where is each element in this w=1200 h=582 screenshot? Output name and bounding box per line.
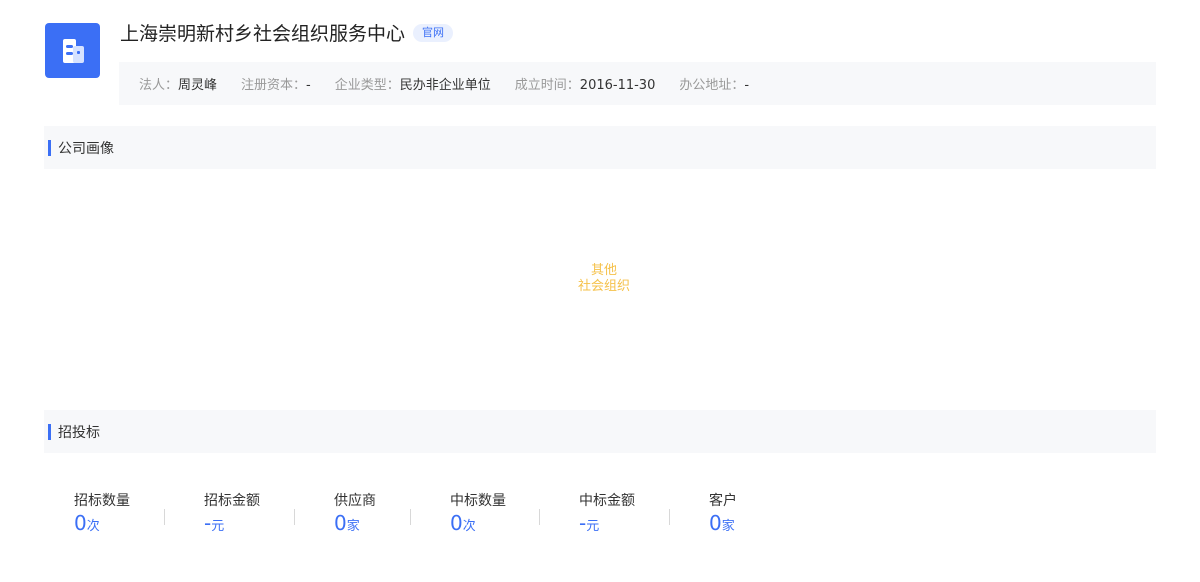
company-header: 上海崇明新村乡社会组织服务中心 官网 <box>120 19 454 46</box>
stat-win-count: 中标数量 0次 <box>450 492 506 539</box>
stat-divider <box>669 509 670 525</box>
stat-unit: 家 <box>346 519 360 534</box>
section-accent-bar <box>48 139 51 156</box>
company-logo <box>45 23 100 78</box>
company-portrait-tag: 其他 社会组织 <box>540 263 668 295</box>
stat-label: 供应商 <box>334 493 376 509</box>
company-name: 上海崇明新村乡社会组织服务中心 <box>120 23 406 45</box>
stat-number: 0 <box>334 511 347 535</box>
stat-value: -元 <box>204 511 260 539</box>
section-title: 公司画像 <box>58 140 114 157</box>
info-value: - <box>306 78 311 93</box>
stat-label: 客户 <box>709 493 737 509</box>
stat-value: 0家 <box>334 511 376 539</box>
section-title: 招投标 <box>58 424 100 441</box>
info-value: 民办非企业单位 <box>399 78 491 93</box>
info-company-type: 企业类型：民办非企业单位 <box>335 74 491 93</box>
section-company-portrait: 公司画像 <box>44 126 1156 169</box>
official-site-badge[interactable]: 官网 <box>413 23 454 42</box>
section-accent-bar <box>48 423 51 440</box>
building-icon <box>62 38 84 63</box>
stat-number: 0 <box>709 511 722 535</box>
stat-divider <box>294 509 295 525</box>
stat-win-amount: 中标金额 -元 <box>579 492 635 539</box>
stat-customer-count: 客户 0家 <box>709 492 737 539</box>
stat-value: 0家 <box>709 511 737 539</box>
info-office-address: 办公地址：- <box>679 74 749 93</box>
stat-number: 0 <box>450 511 463 535</box>
stat-tender-count: 招标数量 0次 <box>74 492 130 539</box>
stat-unit: 元 <box>211 519 225 534</box>
info-label: 办公地址： <box>679 78 745 93</box>
company-info-bar: 法人：周灵峰 注册资本：- 企业类型：民办非企业单位 成立时间：2016-11-… <box>119 62 1156 105</box>
stat-unit: 次 <box>462 519 476 534</box>
info-label: 企业类型： <box>334 78 400 93</box>
stat-tender-amount: 招标金额 -元 <box>204 492 260 539</box>
stat-value: 0次 <box>450 511 506 539</box>
info-legal-person: 法人：周灵峰 <box>139 74 217 93</box>
stat-unit: 家 <box>721 519 735 534</box>
info-value[interactable]: 周灵峰 <box>178 78 217 93</box>
stat-supplier-count: 供应商 0家 <box>334 492 376 539</box>
stat-label: 招标金额 <box>204 493 260 509</box>
stat-value: -元 <box>579 511 635 539</box>
info-registered-capital: 注册资本：- <box>241 74 311 93</box>
stat-label: 招标数量 <box>74 493 130 509</box>
info-value: - <box>744 78 750 93</box>
stat-unit: 次 <box>86 519 100 534</box>
stat-unit: 元 <box>586 519 600 534</box>
stat-divider <box>410 509 411 525</box>
info-label: 注册资本： <box>241 78 307 93</box>
info-established-date: 成立时间：2016-11-30 <box>515 74 656 93</box>
stat-label: 中标金额 <box>579 493 635 509</box>
stat-label: 中标数量 <box>450 493 506 509</box>
stat-number: 0 <box>74 511 87 535</box>
stat-value: 0次 <box>74 511 130 539</box>
stat-divider <box>539 509 540 525</box>
info-label: 成立时间： <box>514 78 580 93</box>
info-value: 2016-11-30 <box>579 78 656 93</box>
stat-divider <box>164 509 165 525</box>
section-bidding: 招投标 <box>44 410 1156 453</box>
portrait-category: 其他 <box>590 263 617 278</box>
info-label: 法人： <box>139 78 179 93</box>
portrait-subcategory: 社会组织 <box>577 279 630 294</box>
